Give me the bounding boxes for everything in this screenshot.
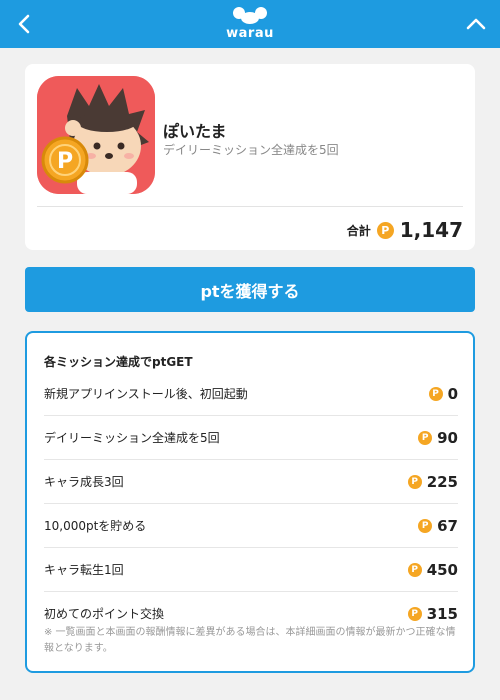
- point-coin-icon: P: [428, 386, 443, 401]
- point-coin-icon: P: [407, 474, 422, 489]
- mission-row: キャラ成長3回 P 225: [44, 460, 458, 504]
- mission-row: キャラ転生1回 P 450: [44, 548, 458, 592]
- mission-list: 新規アプリインストール後、初回起動 P 0 デイリーミッション全達成を5回 P …: [44, 372, 458, 635]
- mission-value: 450: [426, 560, 458, 579]
- total-points: 合計 P 1,147: [347, 216, 463, 244]
- mission-value: 315: [426, 604, 458, 623]
- mission-label: デイリーミッション全達成を5回: [44, 431, 220, 445]
- hedgehog-coin-app-icon: P: [37, 76, 155, 194]
- mission-row: 10,000ptを貯める P 67: [44, 504, 458, 548]
- point-coin-icon: P: [418, 518, 433, 533]
- mission-row: デイリーミッション全達成を5回 P 90: [44, 416, 458, 460]
- point-coin-icon: P: [407, 606, 422, 621]
- app-card: P ぽいたま デイリーミッション全達成を5回 合計 P 1,147: [25, 64, 475, 250]
- mission-label: 新規アプリインストール後、初回起動: [44, 387, 248, 401]
- mission-points: P 450: [407, 560, 458, 579]
- mission-points: P 67: [418, 517, 458, 535]
- svg-text:P: P: [57, 149, 73, 174]
- collapse-button[interactable]: [452, 0, 500, 48]
- divider: [37, 206, 463, 207]
- mission-label: キャラ転生1回: [44, 563, 124, 577]
- mission-value: 67: [437, 516, 458, 535]
- mission-value: 0: [447, 384, 458, 403]
- point-coin-icon: P: [418, 430, 433, 445]
- mission-points: P 225: [407, 472, 458, 491]
- mission-value: 225: [426, 472, 458, 491]
- mission-value: 90: [437, 428, 458, 447]
- mission-label: キャラ成長3回: [44, 475, 124, 489]
- mission-points: P 315: [407, 604, 458, 623]
- logo-text: warau: [226, 26, 274, 41]
- get-points-button[interactable]: ptを獲得する: [25, 267, 475, 312]
- mission-points: P 0: [428, 384, 458, 403]
- warau-logo[interactable]: warau: [220, 6, 280, 44]
- app-icon[interactable]: P: [37, 76, 155, 194]
- mouse-ears-logo-icon: [233, 7, 267, 24]
- app-subtitle: デイリーミッション全達成を5回: [163, 143, 339, 157]
- mission-label: 初めてのポイント交換: [44, 607, 165, 621]
- app-name: ぽいたま: [163, 122, 227, 141]
- total-label: 合計: [346, 223, 371, 238]
- mission-row: 新規アプリインストール後、初回起動 P 0: [44, 372, 458, 416]
- point-coin-icon: P: [407, 562, 422, 577]
- back-button[interactable]: [0, 0, 48, 48]
- point-coin-icon: P: [376, 221, 394, 239]
- missions-panel: 各ミッション達成でptGET 新規アプリインストール後、初回起動 P 0 デイリ…: [25, 331, 475, 673]
- chevron-up-icon: [466, 18, 486, 30]
- footnote: ※ 一覧画面と本画面の報酬情報に差異がある場合は、本詳細画面の情報が最新かつ正確…: [44, 627, 456, 654]
- chevron-left-icon: [18, 14, 30, 34]
- missions-title: 各ミッション達成でptGET: [44, 355, 193, 369]
- total-value: 1,147: [399, 218, 463, 242]
- mission-points: P 90: [418, 429, 458, 447]
- mission-label: 10,000ptを貯める: [44, 519, 147, 533]
- top-header: warau: [0, 0, 500, 48]
